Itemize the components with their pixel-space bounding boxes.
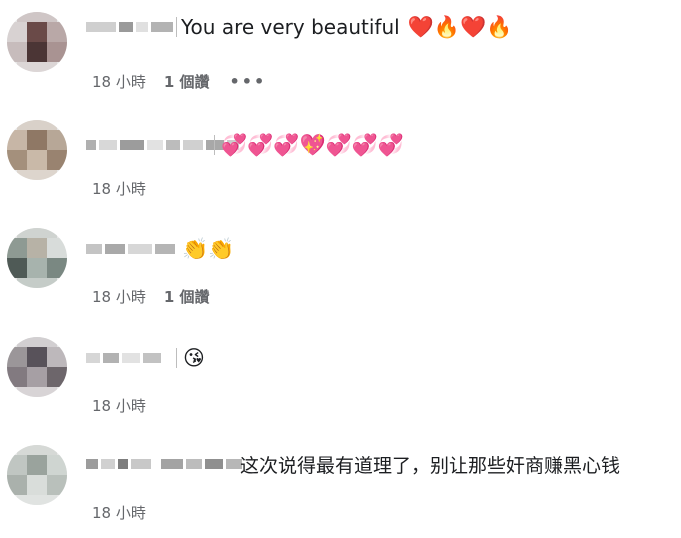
comment-text: 💞💞💞💖💞💞💞	[214, 130, 404, 160]
timestamp[interactable]: 18 小時	[92, 71, 146, 92]
comment-text: 👏👏	[180, 234, 234, 264]
comment-text-content: You are very beautiful	[181, 15, 400, 39]
commenter-name[interactable]	[86, 343, 164, 373]
timestamp[interactable]: 18 小時	[92, 286, 146, 307]
avatar[interactable]	[7, 228, 67, 288]
comment-text: 这次说得最有道理了，别让那些奸商赚黑心钱	[240, 449, 620, 479]
commenter-name[interactable]	[86, 234, 178, 264]
timestamp[interactable]: 18 小時	[92, 178, 146, 199]
comment-meta: 18 小時	[92, 177, 164, 199]
more-options-icon[interactable]: •••	[230, 72, 267, 91]
likes-count[interactable]: 1 個讚	[164, 286, 210, 307]
avatar[interactable]	[7, 12, 67, 72]
comment-meta: 18 小時	[92, 501, 164, 523]
text-divider	[214, 135, 215, 155]
comment-meta: 18 小時	[92, 394, 164, 416]
avatar[interactable]	[7, 120, 67, 180]
likes-count[interactable]: 1 個讚	[164, 71, 210, 92]
comment-meta: 18 小時 1 個讚 •••	[92, 70, 266, 92]
avatar[interactable]	[7, 337, 67, 397]
emoji-group: 💞💞💞💖💞💞💞	[221, 132, 405, 157]
comment-text: You are very beautiful ❤️🔥❤️🔥	[176, 12, 512, 42]
emoji-group: ❤️🔥❤️🔥	[407, 14, 513, 39]
timestamp[interactable]: 18 小時	[92, 502, 146, 523]
comment-item: 💞💞💞💖💞💞💞 18 小時	[0, 120, 681, 205]
comment-item: 😘 18 小時	[0, 337, 681, 422]
comment-text-content: 这次说得最有道理了，别让那些奸商赚黑心钱	[240, 454, 621, 477]
comment-item: 这次说得最有道理了，别让那些奸商赚黑心钱 18 小時	[0, 445, 681, 530]
text-divider	[176, 348, 177, 368]
emoji-group: 😘	[183, 345, 205, 370]
comment-item: You are very beautiful ❤️🔥❤️🔥 18 小時 1 個讚…	[0, 12, 681, 97]
text-divider	[176, 17, 177, 37]
comment-text: 😘	[176, 343, 205, 373]
commenter-name[interactable]	[86, 449, 245, 479]
commenter-name[interactable]	[86, 12, 176, 42]
comment-item: 👏👏 18 小時 1 個讚	[0, 228, 681, 313]
emoji-group: 👏👏	[182, 236, 235, 261]
timestamp[interactable]: 18 小時	[92, 395, 146, 416]
avatar[interactable]	[7, 445, 67, 505]
comment-meta: 18 小時 1 個讚	[92, 285, 230, 307]
